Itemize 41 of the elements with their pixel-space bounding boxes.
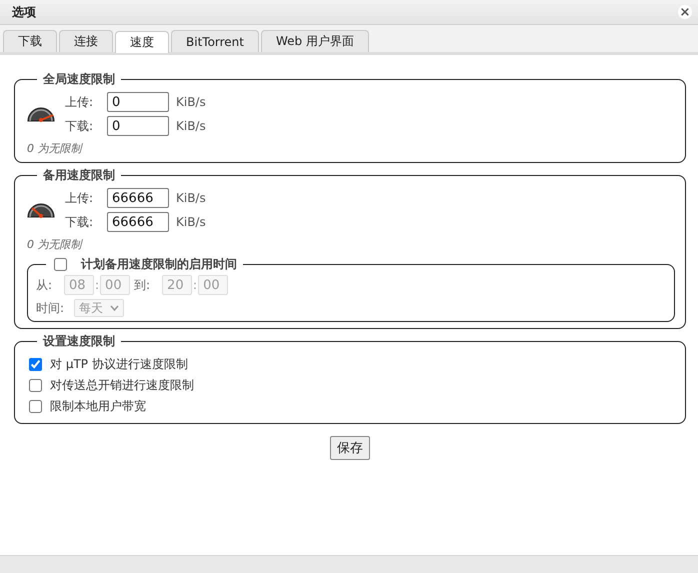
window-title: 选项 xyxy=(12,4,36,20)
download-label: 下载: xyxy=(65,118,94,134)
download-field[interactable]: 66666 xyxy=(107,212,169,232)
unit-label: KiB/s xyxy=(176,95,206,109)
section-legend: 备用速度限制 xyxy=(43,167,115,184)
to-label: 到: xyxy=(134,276,152,294)
caret-icon xyxy=(110,305,119,311)
download-label: 下载: xyxy=(65,214,94,230)
upload-field[interactable]: 0 xyxy=(107,92,169,112)
section-legend: 计划备用速度限制的启用时间 xyxy=(81,256,237,273)
tab[interactable]: 速度 xyxy=(115,31,169,53)
tab[interactable]: 连接 xyxy=(59,30,113,52)
tab[interactable]: Web 用户界面 xyxy=(261,30,369,52)
tab[interactable]: 下载 xyxy=(3,30,57,52)
option-checkbox[interactable] xyxy=(29,400,42,413)
upload-field[interactable]: 66666 xyxy=(107,188,169,208)
hint-text: 0 为无限制 xyxy=(27,237,84,252)
hint-text: 0 为无限制 xyxy=(27,141,84,156)
close-button[interactable]: × xyxy=(678,5,692,19)
section-legend: 全局速度限制 xyxy=(43,71,115,88)
tab[interactable]: BitTorrent xyxy=(171,30,259,52)
upload-label: 上传: xyxy=(65,190,94,206)
time-separator: : xyxy=(95,278,100,292)
from-label: 从: xyxy=(36,276,54,294)
option-checkbox[interactable] xyxy=(29,379,42,392)
section-legend: 设置速度限制 xyxy=(43,333,115,350)
unit-label: KiB/s xyxy=(176,119,206,133)
time-separator: : xyxy=(193,278,198,292)
option-label: 限制本地用户带宽 xyxy=(50,398,146,415)
option-label: 对 µTP 协议进行速度限制 xyxy=(50,356,188,373)
option-checkbox[interactable] xyxy=(29,358,42,371)
unit-label: KiB/s xyxy=(176,215,206,229)
gauge-icon xyxy=(27,106,55,122)
gauge-icon xyxy=(27,202,55,218)
days-label: 时间: xyxy=(36,300,66,316)
unit-label: KiB/s xyxy=(176,191,206,205)
option-label: 对传送总开销进行速度限制 xyxy=(50,377,194,394)
save-button[interactable]: 保存 xyxy=(330,436,370,460)
download-field[interactable]: 0 xyxy=(107,116,169,136)
upload-label: 上传: xyxy=(65,94,94,110)
schedule-checkbox[interactable] xyxy=(54,258,67,271)
